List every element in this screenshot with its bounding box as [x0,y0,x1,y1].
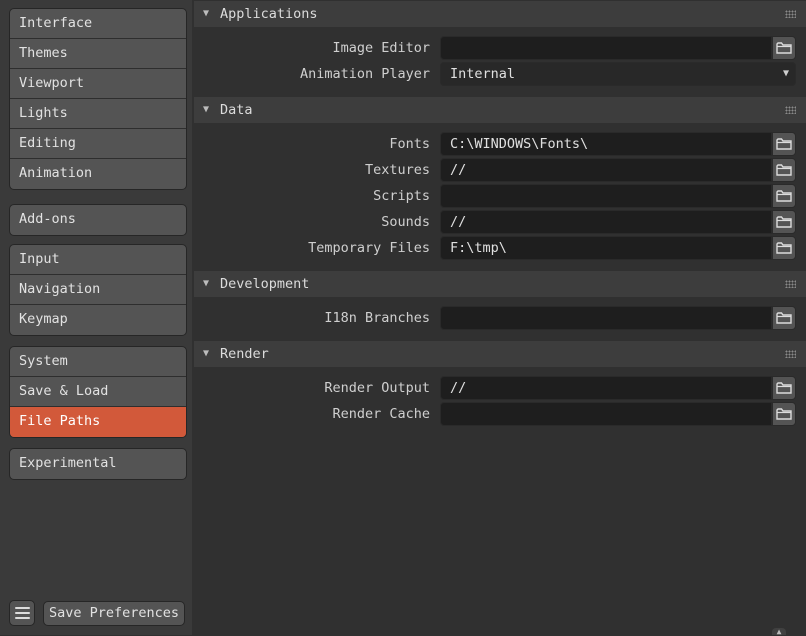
render-cache-field[interactable] [440,402,772,426]
nav-item-add-ons[interactable]: Add-ons [10,205,186,235]
nav-item-save-load[interactable]: Save & Load [10,377,186,407]
folder-icon[interactable] [772,376,796,400]
field-label: Scripts [373,188,430,204]
drag-grip-icon[interactable] [785,350,796,358]
section-header-development[interactable]: ▼ Development [194,271,806,297]
section-title: Development [220,276,310,292]
chevron-up-icon[interactable]: ▲ [772,628,786,636]
field-label: Animation Player [299,66,430,82]
folder-icon[interactable] [772,210,796,234]
nav-item-system[interactable]: System [10,347,186,377]
animation-player-dropdown[interactable]: Internal ▼ [440,62,796,86]
drag-grip-icon[interactable] [785,280,796,288]
drag-grip-icon[interactable] [785,10,796,18]
folder-icon[interactable] [772,132,796,156]
nav-group-input: Input Navigation Keymap [9,244,187,336]
row-fonts: Fonts C:\WINDOWS\Fonts\ [192,132,806,156]
nav-group-addons: Add-ons [9,204,187,236]
nav-item-themes[interactable]: Themes [10,39,186,69]
nav-item-interface[interactable]: Interface [10,9,186,39]
row-scripts: Scripts [192,184,806,208]
sounds-field[interactable]: // [440,210,772,234]
field-label: Sounds [381,214,430,230]
temporary-files-field[interactable]: F:\tmp\ [440,236,772,260]
row-animation-player: Animation Player Internal ▼ [192,62,806,86]
drag-grip-icon[interactable] [785,106,796,114]
dropdown-value: Internal [450,66,516,82]
preferences-sidebar: Interface Themes Viewport Lights Editing… [0,0,192,635]
nav-item-experimental[interactable]: Experimental [10,449,186,479]
nav-item-editing[interactable]: Editing [10,129,186,159]
section-title: Data [220,102,253,118]
field-label: Textures [364,162,430,178]
row-temporary-files: Temporary Files F:\tmp\ [192,236,806,260]
nav-item-animation[interactable]: Animation [10,159,186,189]
nav-group-system: System Save & Load File Paths [9,346,187,438]
folder-icon[interactable] [772,236,796,260]
row-i18n-branches: I18n Branches [192,306,806,330]
nav-item-file-paths[interactable]: File Paths [10,407,186,437]
nav-item-keymap[interactable]: Keymap [10,305,186,335]
section-title: Applications [220,6,318,22]
section-header-data[interactable]: ▼ Data [194,97,806,123]
hamburger-menu-icon[interactable] [9,600,35,626]
scripts-field[interactable] [440,184,772,208]
triangle-down-icon: ▼ [203,278,210,289]
render-output-field[interactable]: // [440,376,772,400]
nav-item-viewport[interactable]: Viewport [10,69,186,99]
field-label: I18n Branches [324,310,430,326]
row-image-editor: Image Editor [192,36,806,60]
field-label: Render Output [324,380,430,396]
field-label: Render Cache [332,406,430,422]
folder-icon[interactable] [772,184,796,208]
triangle-down-icon: ▼ [203,104,210,115]
row-textures: Textures // [192,158,806,182]
fonts-field[interactable]: C:\WINDOWS\Fonts\ [440,132,772,156]
nav-group-experimental: Experimental [9,448,187,480]
textures-field[interactable]: // [440,158,772,182]
nav-item-input[interactable]: Input [10,245,186,275]
nav-item-lights[interactable]: Lights [10,99,186,129]
row-render-cache: Render Cache [192,402,806,426]
folder-icon[interactable] [772,402,796,426]
folder-icon[interactable] [772,158,796,182]
field-label: Temporary Files [308,240,430,256]
image-editor-field[interactable] [440,36,772,60]
row-sounds: Sounds // [192,210,806,234]
chevron-down-icon: ▼ [782,68,789,79]
file-paths-panel: ▼ Applications Image Editor Animation Pl… [192,0,806,636]
section-header-applications[interactable]: ▼ Applications [194,1,806,27]
save-preferences-button[interactable]: Save Preferences [43,601,185,626]
i18n-branches-field[interactable] [440,306,772,330]
triangle-down-icon: ▼ [203,8,210,19]
section-title: Render [220,346,269,362]
section-header-render[interactable]: ▼ Render [194,341,806,367]
triangle-down-icon: ▼ [203,348,210,359]
field-label: Fonts [389,136,430,152]
folder-icon[interactable] [772,36,796,60]
folder-icon[interactable] [772,306,796,330]
nav-item-navigation[interactable]: Navigation [10,275,186,305]
nav-group-display: Interface Themes Viewport Lights Editing… [9,8,187,190]
row-render-output: Render Output // [192,376,806,400]
field-label: Image Editor [332,40,430,56]
